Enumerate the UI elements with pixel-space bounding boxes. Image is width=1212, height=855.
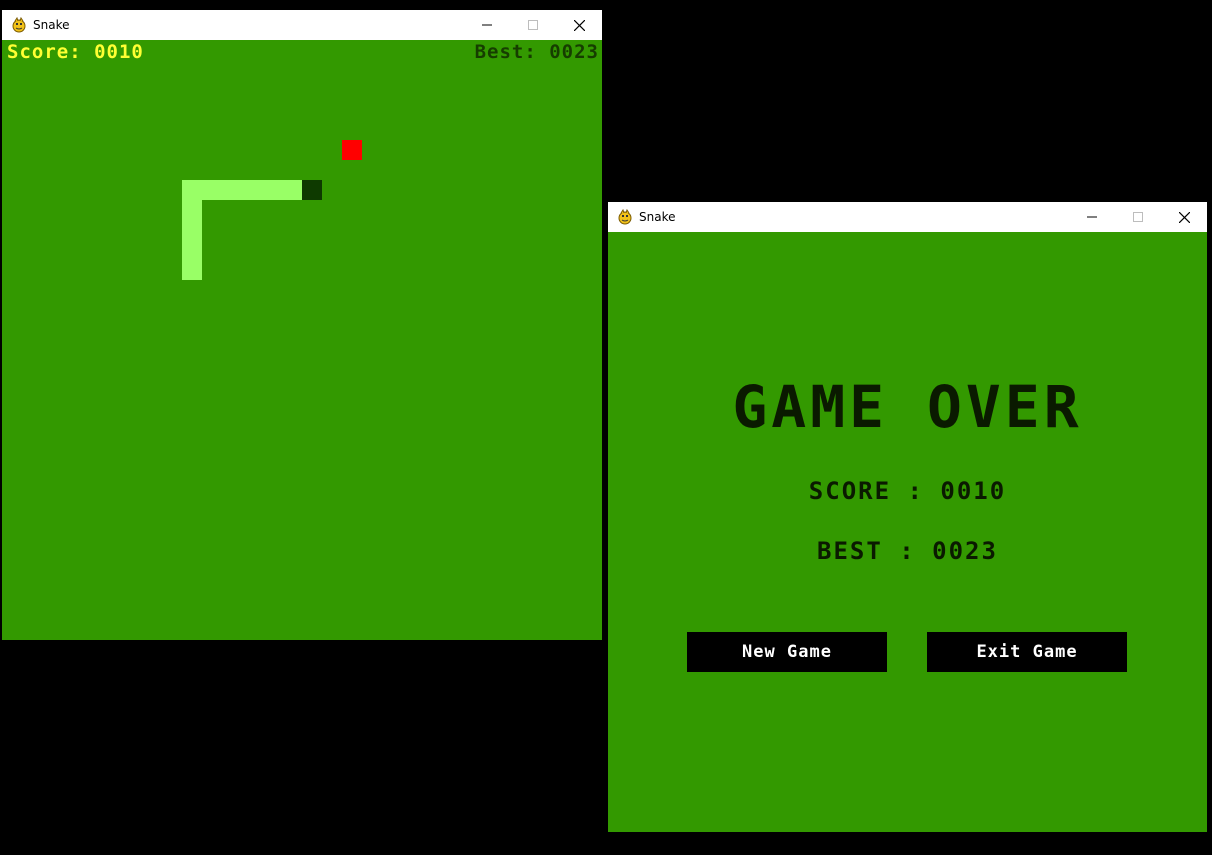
maximize-icon (1133, 212, 1143, 222)
snake-game-window: Snake Score: 0010 Best: 0023 (2, 10, 602, 640)
food-pellet (342, 140, 362, 160)
best-score-display: Best: 0023 (474, 41, 599, 63)
exit-game-button[interactable]: Exit Game (927, 632, 1127, 672)
close-button[interactable] (556, 10, 602, 40)
title-bar[interactable]: Snake (608, 202, 1207, 232)
final-score: SCORE : 0010 (808, 477, 1007, 505)
new-game-button[interactable]: New Game (687, 632, 887, 672)
minimize-button[interactable] (464, 10, 510, 40)
maximize-button[interactable] (1115, 202, 1161, 232)
snake-head (302, 180, 322, 200)
game-over-heading: GAME OVER (732, 373, 1083, 441)
maximize-button[interactable] (510, 10, 556, 40)
close-icon (573, 19, 585, 31)
score-display: Score: 0010 (7, 41, 144, 63)
game-over-screen: GAME OVER SCORE : 0010 BEST : 0023 New G… (608, 232, 1207, 832)
minimize-icon (1087, 216, 1097, 218)
app-icon (617, 208, 633, 225)
window-title: Snake (33, 18, 70, 32)
close-button[interactable] (1161, 202, 1207, 232)
minimize-button[interactable] (1069, 202, 1115, 232)
snake-body-segment (182, 180, 302, 200)
window-title: Snake (639, 210, 676, 224)
app-icon (11, 16, 27, 33)
game-field: Score: 0010 Best: 0023 (2, 40, 602, 640)
close-icon (1178, 211, 1190, 223)
game-over-window: Snake GAME OVER SCORE : 0010 BEST : 0023… (608, 202, 1207, 832)
title-bar[interactable]: Snake (2, 10, 602, 40)
snake-body-segment (182, 200, 202, 280)
maximize-icon (528, 20, 538, 30)
best-score: BEST : 0023 (817, 537, 998, 565)
minimize-icon (482, 24, 492, 26)
